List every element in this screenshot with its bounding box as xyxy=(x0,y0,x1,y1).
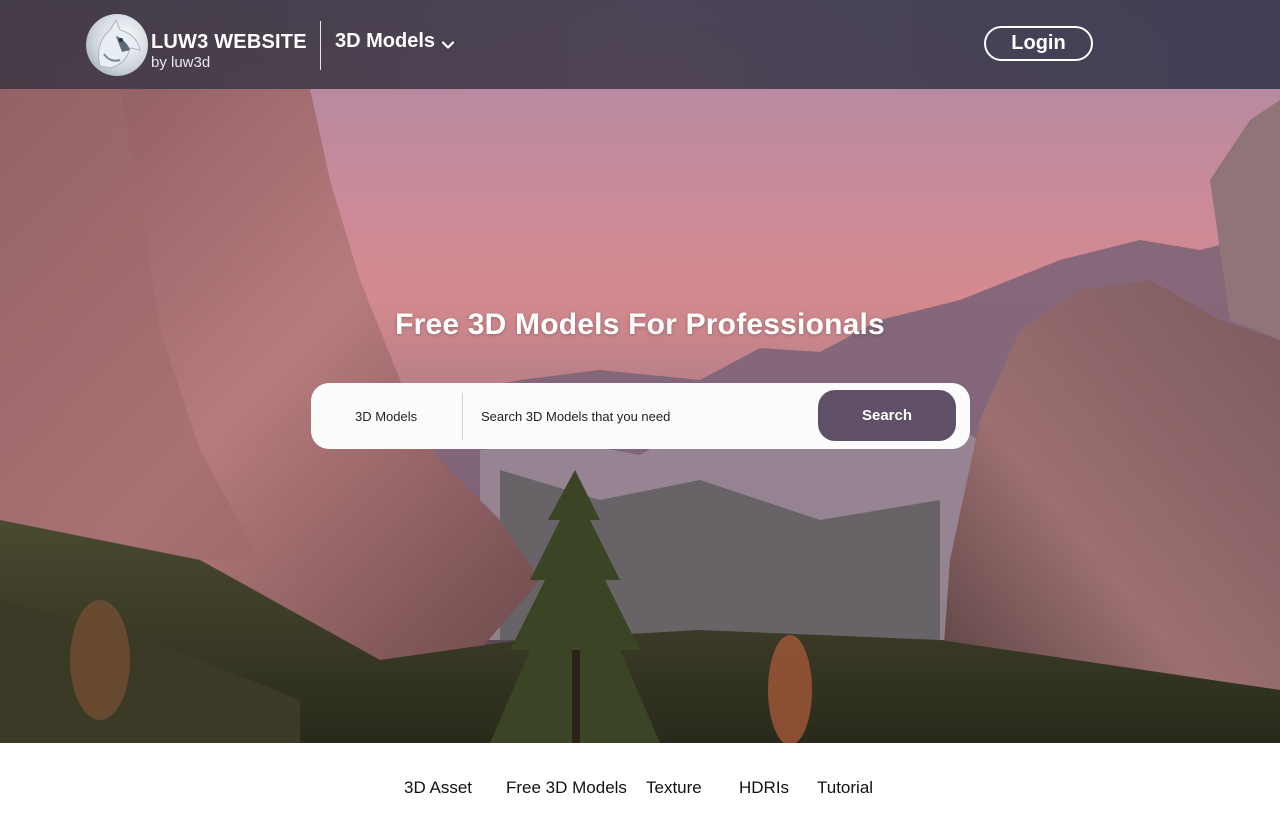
login-button[interactable]: Login xyxy=(984,26,1093,61)
category-dropdown-label: 3D Models xyxy=(335,30,436,52)
top-header: LUW3 WEBSITE by luw3d 3D Models Login xyxy=(0,0,1280,89)
search-input[interactable] xyxy=(481,402,801,430)
hero-background xyxy=(0,0,1280,743)
site-title[interactable]: LUW3 WEBSITE xyxy=(151,31,307,54)
search-button[interactable]: Search xyxy=(818,390,956,441)
hero-title: Free 3D Models For Professionals xyxy=(395,308,885,341)
site-subtitle: by luw3d xyxy=(151,54,211,71)
wolf-logo-icon[interactable] xyxy=(86,14,148,76)
nav-item-tutorial[interactable]: Tutorial xyxy=(817,778,873,798)
category-dropdown[interactable]: 3D Models xyxy=(335,30,455,53)
search-category-select[interactable]: 3D Models xyxy=(355,409,417,424)
header-divider xyxy=(320,21,321,70)
search-divider xyxy=(462,393,463,440)
nav-item-texture[interactable]: Texture xyxy=(646,778,702,798)
landscape-image xyxy=(0,89,1280,743)
nav-item-hdris[interactable]: HDRIs xyxy=(739,778,789,798)
chevron-down-icon xyxy=(441,35,455,49)
nav-item-free-3d-models[interactable]: Free 3D Models xyxy=(506,778,627,798)
search-bar: 3D Models Search xyxy=(311,383,970,449)
nav-item-3d-asset[interactable]: 3D Asset xyxy=(404,778,472,798)
category-nav: 3D Asset Free 3D Models Texture HDRIs Tu… xyxy=(0,743,1280,832)
